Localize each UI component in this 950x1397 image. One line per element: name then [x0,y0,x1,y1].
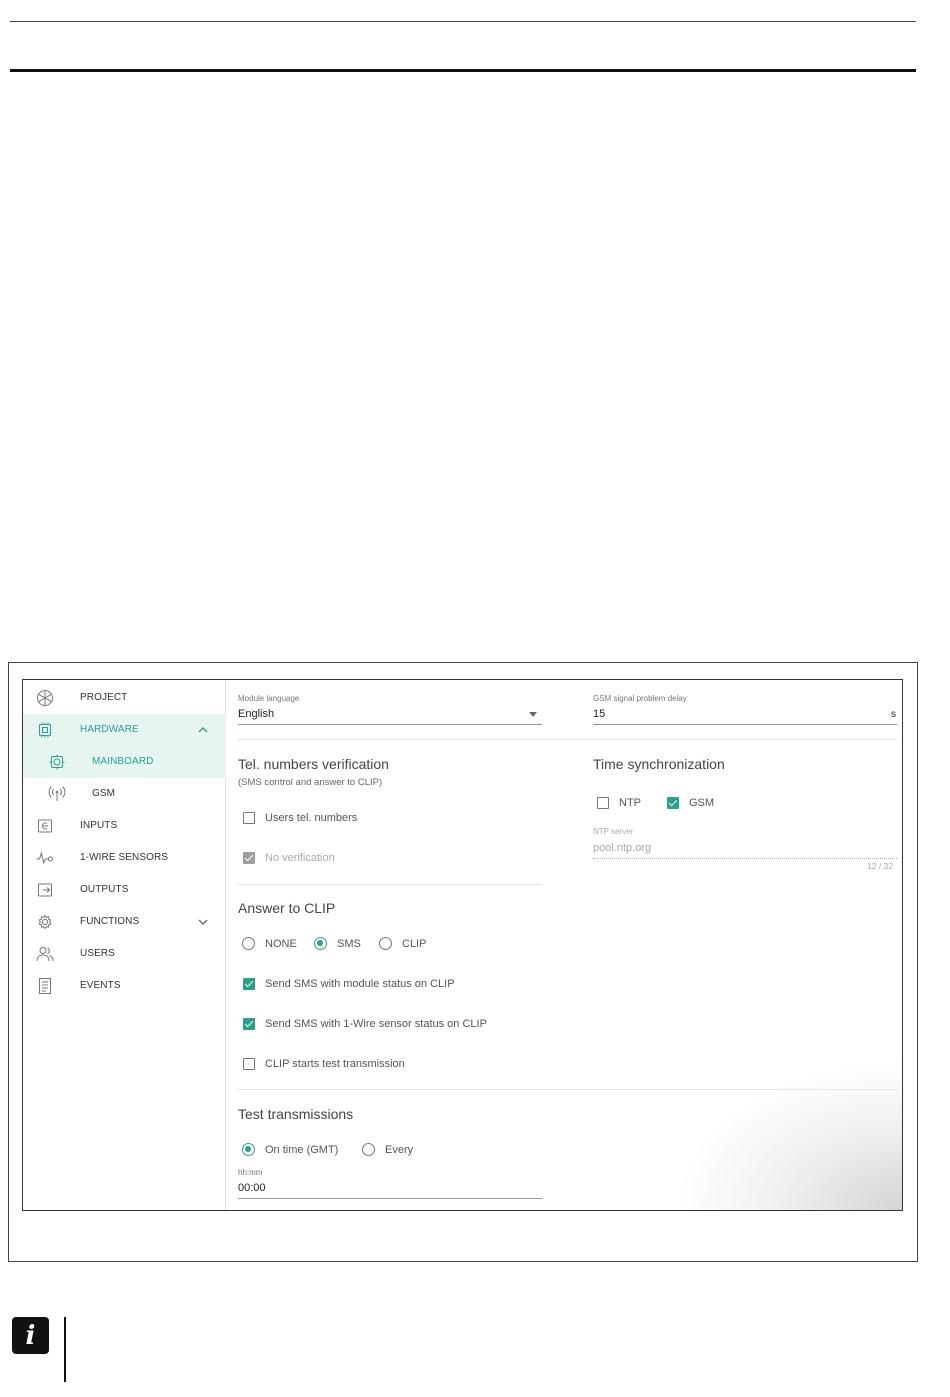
sidebar-item-hardware[interactable]: HARDWARE [23,714,226,746]
events-icon [39,978,51,994]
sidebar-item-label: HARDWARE [80,724,139,735]
sidebar-item-gsm[interactable]: GSM [23,778,226,810]
gsm-checkbox[interactable]: GSM [667,797,714,809]
checkbox-label: CLIP starts test transmission [265,1058,405,1070]
test-radio-every[interactable]: Every [362,1143,413,1156]
sidebar-item-functions[interactable]: FUNCTIONS [23,906,226,938]
sensor-icon [36,851,53,865]
checkbox-label: Send SMS with module status on CLIP [265,978,455,990]
radio-circle[interactable] [242,937,255,950]
radio-label: SMS [337,937,361,950]
radio-label: NONE [265,937,297,950]
app-window: PROJECT HARDWARE MAINBOARD GSM INPUTS 1-… [22,679,903,1211]
gsm-delay-underline [593,724,897,725]
project-icon [37,690,53,706]
tel-verification-subtitle: (SMS control and answer to CLIP) [238,777,383,788]
sidebar-item-label: OUTPUTS [80,884,129,895]
checkbox-box[interactable] [667,797,679,809]
sidebar-item-label: GSM [92,788,116,799]
radio-circle[interactable] [362,1143,375,1156]
sidebar: PROJECT HARDWARE MAINBOARD GSM INPUTS 1-… [23,680,226,1210]
mainboard-icon [49,754,65,770]
checkbox-label: Send SMS with 1-Wire sensor status on CL… [265,1018,487,1030]
sidebar-item-outputs[interactable]: OUTPUTS [23,874,226,906]
time-underline [238,1198,542,1199]
page-header-rule-thick [10,69,916,72]
sidebar-item-label: FUNCTIONS [80,916,140,927]
answer-clip-title: Answer to CLIP [238,900,336,916]
answer-clip-radio-sms[interactable]: SMS [314,937,361,950]
no-verification-checkbox: No verification [243,852,335,864]
clip-test-transmission-checkbox[interactable]: CLIP starts test transmission [243,1058,405,1070]
time-sync-title: Time synchronization [593,756,725,772]
sidebar-item-label: EVENTS [80,980,121,991]
radio-label: CLIP [402,937,427,950]
test-transmissions-title: Test transmissions [238,1106,354,1122]
gsm-delay-label: GSM signal problem delay [593,694,687,703]
checkbox-label: No verification [265,852,335,864]
gsm-delay-input[interactable]: 15 [593,708,605,720]
section-divider [238,739,897,740]
radio-label: Every [385,1143,414,1156]
gsm-antenna-icon [48,786,66,801]
sidebar-item-project[interactable]: PROJECT [23,682,226,714]
sidebar-item-inputs[interactable]: INPUTS [23,810,226,842]
gear-icon [38,914,52,930]
radio-label: On time (GMT) [265,1143,339,1156]
sidebar-item-1wire-sensors[interactable]: 1-WIRE SENSORS [23,842,226,874]
ntp-server-counter: 12 / 32 [867,861,893,871]
users-tel-numbers-checkbox[interactable]: Users tel. numbers [243,812,357,824]
inputs-icon [38,819,52,833]
checkbox-label: NTP [619,797,641,809]
section-divider [238,884,542,885]
page-header-rule [10,21,916,22]
module-language-label: Module language [238,694,300,703]
tel-verification-title: Tel. numbers verification [238,756,389,772]
info-icon: i [12,1317,49,1354]
section-divider [238,1089,897,1090]
outputs-icon [38,883,52,897]
checkbox-box [243,852,255,864]
radio-circle[interactable] [379,937,392,950]
checkbox-label: GSM [689,797,715,809]
hardware-icon [39,722,51,738]
ntp-server-underline [593,858,897,859]
send-sensor-status-checkbox[interactable]: Send SMS with 1-Wire sensor status on CL… [243,1018,487,1030]
ntp-server-input: pool.ntp.org [593,842,652,854]
sidebar-item-label: USERS [80,948,115,959]
answer-clip-radio-none[interactable]: NONE [242,937,297,950]
module-language-select[interactable]: English [238,708,274,720]
sidebar-item-users[interactable]: USERS [23,938,226,970]
sidebar-item-label: MAINBOARD [92,756,154,767]
checkbox-label: Users tel. numbers [265,812,358,824]
checkbox-box[interactable] [597,797,609,809]
send-module-status-checkbox[interactable]: Send SMS with module status on CLIP [243,978,455,990]
checkbox-box[interactable] [243,1058,255,1070]
dropdown-arrow-icon[interactable] [529,712,537,717]
checkbox-box[interactable] [243,978,255,990]
info-separator [64,1317,66,1382]
checkbox-box[interactable] [243,1018,255,1030]
time-input[interactable]: 00:00 [238,1182,266,1194]
test-radio-on-time[interactable]: On time (GMT) [242,1143,338,1156]
main-content: Module language English GSM signal probl… [227,680,902,1210]
users-icon [36,947,54,962]
sidebar-item-label: INPUTS [80,820,118,831]
sidebar-item-mainboard[interactable]: MAINBOARD [23,746,226,778]
sidebar-item-events[interactable]: EVENTS [23,970,226,1002]
ntp-server-label: NTP server [593,827,634,836]
ntp-checkbox[interactable]: NTP [597,797,641,809]
radio-circle[interactable] [314,937,327,950]
sidebar-item-label: PROJECT [80,692,128,703]
answer-clip-radio-clip[interactable]: CLIP [379,937,426,950]
time-label: hh:mm [238,1168,263,1177]
chevron-up-icon[interactable] [197,724,209,736]
sidebar-item-label: 1-WIRE SENSORS [80,852,169,863]
gsm-delay-unit: s [891,709,896,720]
radio-circle[interactable] [242,1143,255,1156]
corner-shadow [674,1060,902,1210]
module-language-underline [238,724,542,725]
chevron-down-icon[interactable] [197,916,209,928]
checkbox-box[interactable] [243,812,255,824]
